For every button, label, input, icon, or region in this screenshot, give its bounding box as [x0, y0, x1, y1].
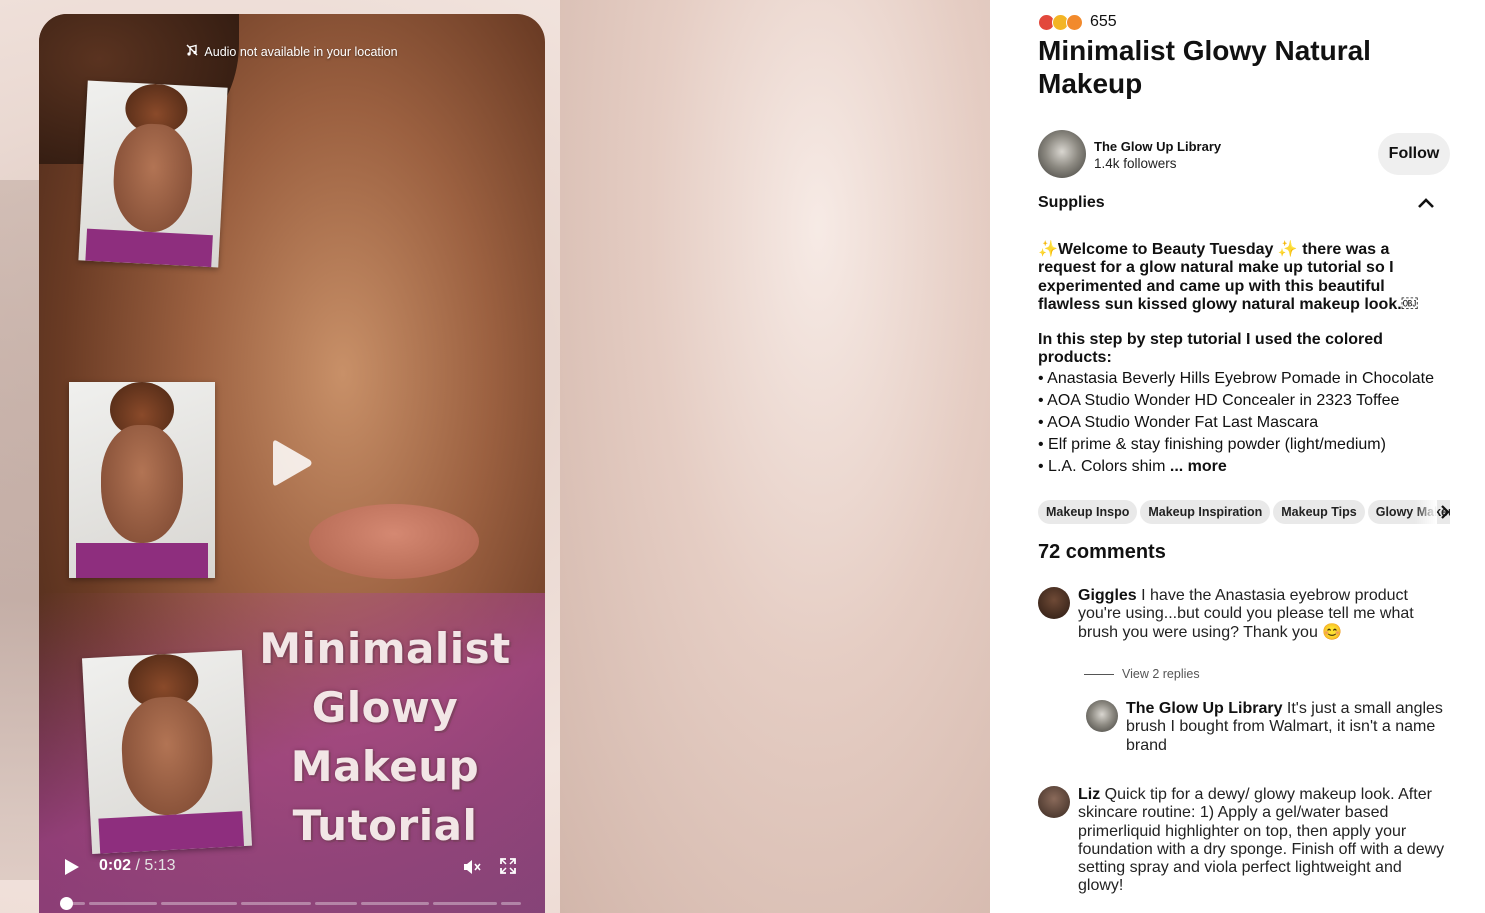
comment-text: Giggles I have the Anastasia eyebrow pro…: [1078, 587, 1450, 642]
video-controls: 0:02 / 5:13: [39, 833, 545, 913]
video-overlay-title: Minimalist Glowy Makeup Tutorial: [245, 619, 525, 855]
comment-text: Liz Quick tip for a dewy/ glowy makeup l…: [1078, 786, 1450, 896]
video-timecode: 0:02 / 5:13: [99, 857, 176, 875]
fullscreen-icon[interactable]: [499, 857, 517, 875]
reactions-summary[interactable]: 655: [1038, 13, 1117, 31]
comment-body: Quick tip for a dewy/ glowy makeup look.…: [1078, 786, 1445, 895]
total-time: / 5:13: [135, 857, 176, 874]
play-icon[interactable]: [271, 438, 313, 488]
creator-avatar[interactable]: [1038, 130, 1086, 178]
list-item: Elf prime & stay finishing powder (light…: [1038, 434, 1448, 456]
video-inset-photo-3: [81, 649, 253, 855]
video-inset-photo-2: [69, 382, 215, 578]
view-replies-label: View 2 replies: [1122, 667, 1200, 681]
tag-chip[interactable]: Makeup Inspiration: [1140, 500, 1271, 524]
list-item-text: L.A. Colors shim: [1048, 457, 1166, 475]
creator-name[interactable]: The Glow Up Library: [1094, 139, 1221, 154]
supplies-header[interactable]: Supplies: [1038, 194, 1438, 212]
view-replies-button[interactable]: View 2 replies: [1084, 667, 1200, 681]
music-off-icon: [186, 44, 198, 59]
progress-knob[interactable]: [60, 897, 73, 910]
overlay-title-line: Makeup: [290, 742, 480, 791]
overlay-title-line: Minimalist: [259, 624, 511, 673]
creator-followers: 1.4k followers: [1094, 156, 1177, 171]
list-item: AOA Studio Wonder HD Concealer in 2323 T…: [1038, 390, 1448, 412]
reaction-count: 655: [1090, 13, 1117, 30]
list-item: Anastasia Beverly Hills Eyebrow Pomade i…: [1038, 368, 1448, 390]
pin-description: ✨Welcome to Beauty Tuesday ✨ there was a…: [1038, 241, 1448, 478]
comment-text: The Glow Up Library It's just a small an…: [1126, 700, 1450, 755]
avatar[interactable]: [1038, 786, 1070, 818]
comment-author[interactable]: The Glow Up Library: [1126, 700, 1282, 717]
comments-count: 72 comments: [1038, 541, 1166, 563]
description-heading: In this step by step tutorial I used the…: [1038, 331, 1383, 367]
mute-icon[interactable]: [462, 857, 482, 877]
wow-reaction-icon: [1066, 13, 1083, 31]
background-blur: [560, 0, 990, 913]
avatar[interactable]: [1086, 700, 1118, 732]
more-link[interactable]: ... more: [1165, 458, 1227, 475]
overlay-title-line: Glowy: [311, 683, 459, 732]
follow-button[interactable]: Follow: [1378, 133, 1450, 175]
pin-title: Minimalist Glowy Natural Makeup: [1038, 35, 1371, 99]
list-item: AOA Studio Wonder Fat Last Mascara: [1038, 412, 1448, 434]
chevron-right-icon[interactable]: [1438, 503, 1452, 521]
product-list: Anastasia Beverly Hills Eyebrow Pomade i…: [1038, 368, 1448, 478]
video-frame-lips: [309, 504, 479, 579]
description-lead: ✨Welcome to Beauty Tuesday ✨ there was a…: [1038, 241, 1418, 313]
audio-unavailable-notice: Audio not available in your location: [39, 44, 545, 59]
comment-author[interactable]: Giggles: [1078, 587, 1137, 604]
progress-bar[interactable]: [60, 897, 521, 910]
current-time: 0:02: [99, 857, 132, 874]
avatar[interactable]: [1038, 587, 1070, 619]
list-item: L.A. Colors shim ... more: [1038, 456, 1448, 478]
creator-card: The Glow Up Library 1.4k followers Follo…: [1038, 130, 1450, 178]
pin-details-panel: 655 Minimalist Glowy Natural Makeup The …: [990, 0, 1485, 913]
play-icon[interactable]: [63, 857, 81, 877]
tags-fade: [1415, 500, 1437, 524]
chevron-up-icon[interactable]: [1416, 196, 1436, 210]
tag-chip[interactable]: Makeup Inspo: [1038, 500, 1138, 524]
tag-list: Makeup Inspo Makeup Inspiration Makeup Tip…: [1038, 500, 1450, 524]
comment-author[interactable]: Liz: [1078, 786, 1100, 803]
audio-notice-text: Audio not available in your location: [204, 45, 398, 59]
tag-chip[interactable]: Makeup Tips: [1273, 500, 1365, 524]
media-stage: Audio not available in your location Min…: [0, 0, 990, 913]
video-player[interactable]: Audio not available in your location Min…: [39, 14, 545, 913]
video-inset-photo-1: [78, 80, 228, 268]
